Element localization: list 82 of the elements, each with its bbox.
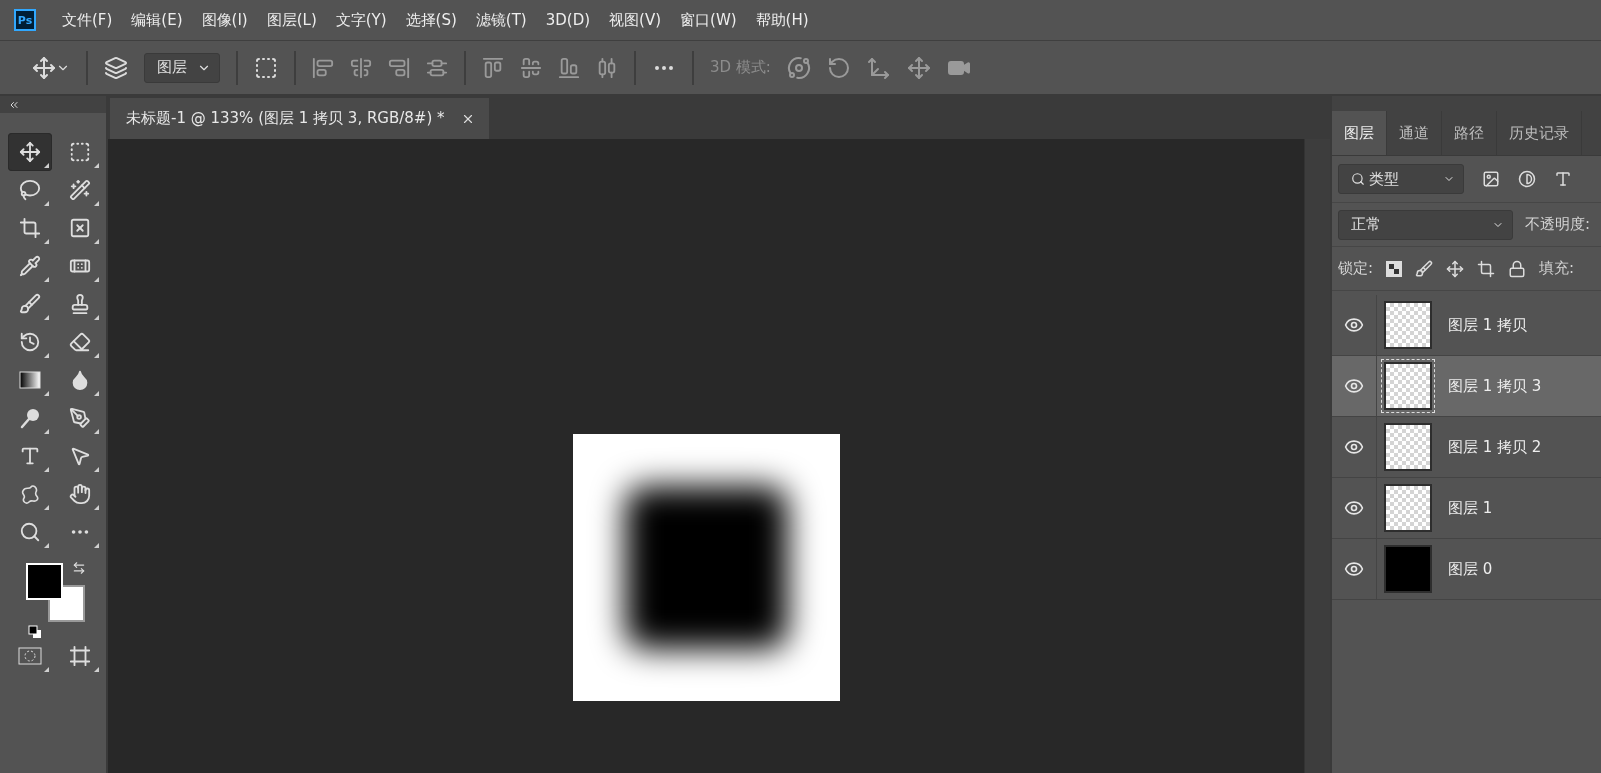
lock-label: 锁定: (1338, 259, 1374, 278)
default-colors-icon[interactable] (28, 625, 42, 639)
layer-name: 图层 1 拷贝 3 (1448, 376, 1542, 396)
menu-item[interactable]: 帮助(H) (755, 10, 809, 30)
move-icon[interactable] (1446, 259, 1465, 278)
type-icon[interactable] (1554, 170, 1572, 188)
rotate-icon[interactable] (826, 55, 851, 80)
opacity-label: 不透明度: (1525, 215, 1591, 234)
axes-icon[interactable] (866, 55, 891, 80)
document-title: 未标题-1 @ 133% (图层 1 拷贝 3, RGB/8#) * (126, 109, 445, 128)
dodge-icon[interactable] (19, 407, 41, 429)
menu-item[interactable]: 3D(D) (545, 11, 591, 29)
layer-name: 图层 0 (1448, 559, 1493, 579)
zoom-icon[interactable] (19, 521, 41, 543)
layer-name: 图层 1 拷贝 (1448, 315, 1528, 335)
search-icon[interactable] (1351, 172, 1365, 186)
history-icon[interactable] (19, 331, 41, 353)
brush-icon[interactable] (19, 293, 41, 315)
layers-icon[interactable] (104, 55, 128, 80)
crop-icon[interactable] (19, 217, 41, 239)
align-left-icon[interactable] (312, 56, 334, 79)
eye-icon[interactable] (1344, 437, 1364, 457)
brush-icon[interactable] (1415, 259, 1434, 278)
dashed-square-icon[interactable] (69, 141, 91, 163)
transform-controls-icon[interactable] (254, 55, 278, 80)
hand-icon[interactable] (69, 483, 91, 505)
menu-item[interactable]: 窗口(W) (680, 10, 737, 30)
app-logo: Ps (14, 9, 36, 31)
stamp-icon[interactable] (69, 293, 91, 315)
pen-icon[interactable] (69, 407, 91, 429)
blend-mode-dropdown[interactable]: 正常 (1338, 209, 1513, 240)
color-swatches-drawing[interactable] (26, 563, 86, 623)
document-tab[interactable]: 未标题-1 @ 133% (图层 1 拷贝 3, RGB/8#) * (110, 98, 489, 139)
checkerboard-icon[interactable] (1386, 260, 1403, 277)
layer-name: 图层 1 (1448, 498, 1493, 518)
layer-row[interactable]: 图层 1 拷贝 3 (1332, 356, 1601, 417)
align-bottom-icon[interactable] (558, 56, 580, 79)
menu-item[interactable]: 文字(Y) (335, 10, 387, 30)
eyedropper-icon[interactable] (19, 255, 41, 277)
image-icon[interactable] (1482, 170, 1500, 188)
crop-icon[interactable] (1477, 259, 1496, 278)
frame-icon[interactable] (69, 645, 91, 667)
menu-item[interactable]: 图层(L) (266, 10, 317, 30)
move-icon[interactable] (19, 141, 41, 163)
align-middle-icon[interactable] (520, 56, 542, 79)
type-icon[interactable] (19, 445, 41, 467)
blob-icon[interactable] (19, 483, 41, 505)
layer-row[interactable]: 图层 1 拷贝 (1332, 295, 1601, 356)
menu-item[interactable]: 文件(F) (62, 10, 113, 30)
filter-dropdown[interactable]: 类型 (1338, 164, 1464, 194)
menu-item[interactable]: 选择(S) (405, 10, 457, 30)
lasso-icon[interactable] (19, 179, 41, 201)
layer-row[interactable]: 图层 1 拷贝 2 (1332, 417, 1601, 478)
eye-icon[interactable] (1344, 376, 1364, 396)
move-icon[interactable] (32, 55, 56, 80)
lock-icon[interactable] (1508, 259, 1527, 278)
panel-tab[interactable]: 图层 (1332, 111, 1387, 155)
menu-item[interactable]: 滤镜(T) (475, 10, 527, 30)
crossed-square-icon[interactable] (69, 217, 91, 239)
swap-colors-icon[interactable] (72, 561, 86, 575)
align-center-icon[interactable] (350, 56, 372, 79)
distribute-icon[interactable] (596, 56, 618, 79)
eye-icon[interactable] (1344, 498, 1364, 518)
auto-select-dropdown[interactable]: 图层 (144, 52, 220, 83)
move-tool-button[interactable] (8, 133, 52, 171)
menu-item[interactable]: 视图(V) (609, 10, 662, 30)
fill-label: 填充: (1539, 259, 1575, 278)
eye-icon[interactable] (1344, 315, 1364, 335)
layer-row[interactable]: 图层 0 (1332, 539, 1601, 600)
eraser-icon[interactable] (69, 331, 91, 353)
layer-name: 图层 1 拷贝 2 (1448, 437, 1542, 457)
pointer-icon[interactable] (69, 445, 91, 467)
gradient-icon[interactable] (19, 371, 41, 389)
orbit-icon[interactable] (786, 55, 811, 80)
menu-item[interactable]: 图像(I) (201, 10, 248, 30)
adjustment-icon[interactable] (1518, 170, 1536, 188)
menu-item[interactable]: 编辑(E) (131, 10, 183, 30)
magic-wand-icon[interactable] (69, 179, 91, 201)
align-right-icon[interactable] (388, 56, 410, 79)
eye-icon[interactable] (1344, 559, 1364, 579)
layer-row[interactable]: 图层 1 (1332, 478, 1601, 539)
align-top-icon[interactable] (482, 56, 504, 79)
